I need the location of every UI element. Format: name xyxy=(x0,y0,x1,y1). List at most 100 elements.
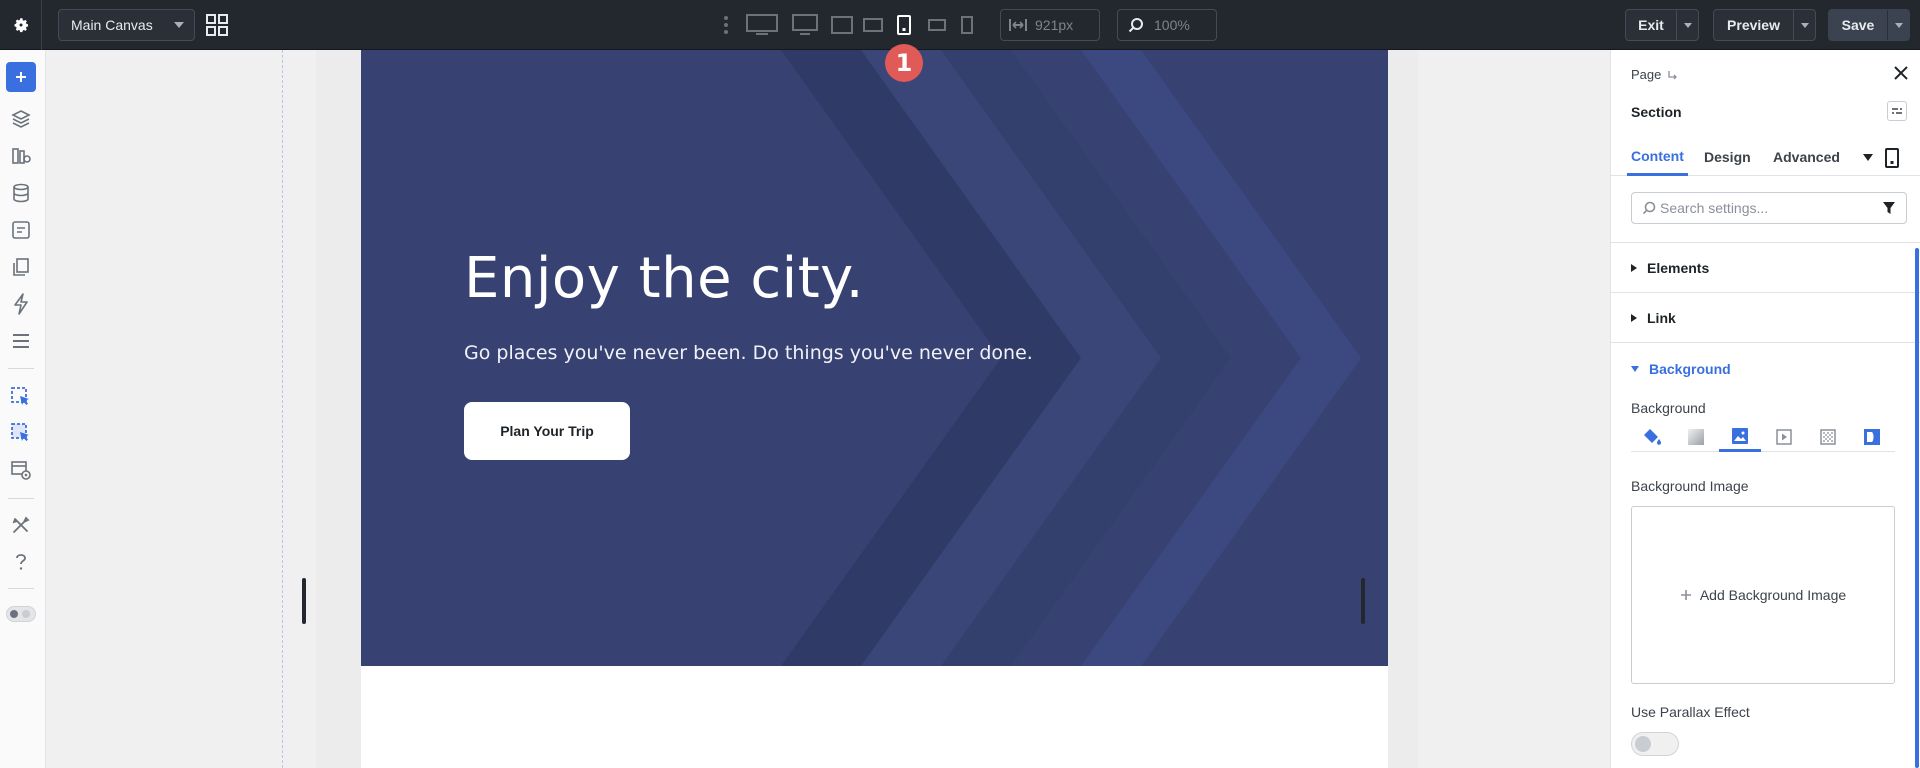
parallax-toggle[interactable] xyxy=(1631,732,1679,756)
library-button[interactable] xyxy=(10,145,32,167)
top-toolbar: Main Canvas 921px 100% Exit Preview Save xyxy=(0,0,1920,50)
add-background-image-label: Add Background Image xyxy=(1699,587,1847,603)
breadcrumb[interactable]: Page xyxy=(1631,67,1678,82)
phone-portrait-view-button[interactable] xyxy=(958,12,976,38)
laptop-icon xyxy=(831,16,853,34)
preview-button[interactable]: Preview xyxy=(1713,9,1816,41)
annotation-marker: 1 xyxy=(885,44,923,82)
next-section[interactable] xyxy=(361,666,1388,768)
rail-divider xyxy=(8,368,34,369)
save-button[interactable]: Save xyxy=(1828,9,1910,41)
panel-scrollbar[interactable] xyxy=(1915,248,1919,768)
hero-subtitle[interactable]: Go places you've never been. Do things y… xyxy=(464,342,1033,364)
tablet-landscape-icon xyxy=(863,18,883,32)
phone-landscape-icon xyxy=(928,19,946,31)
group-elements-label: Elements xyxy=(1647,260,1710,276)
add-element-button[interactable] xyxy=(6,62,36,92)
preview-settings-button[interactable] xyxy=(10,459,32,481)
tools-button[interactable] xyxy=(10,514,32,536)
resize-handle-right[interactable] xyxy=(1361,578,1365,624)
resize-handle-left[interactable] xyxy=(302,578,306,624)
rows-button[interactable] xyxy=(10,330,32,352)
interactions-button[interactable] xyxy=(10,293,32,315)
bg-tab-image[interactable] xyxy=(1719,422,1761,452)
tab-content[interactable]: Content xyxy=(1627,138,1688,176)
toggle-dot-icon xyxy=(10,610,18,618)
monitor-icon xyxy=(792,14,818,35)
chevron-down-icon[interactable] xyxy=(1863,154,1873,161)
portability-button[interactable] xyxy=(10,219,32,241)
settings-button[interactable] xyxy=(0,0,42,50)
zoom-search-icon xyxy=(1128,18,1143,33)
preview-dropdown-toggle[interactable] xyxy=(1793,10,1815,40)
divider xyxy=(1611,242,1920,243)
tablet-portrait-view-button[interactable] xyxy=(894,12,914,38)
rail-divider xyxy=(8,498,34,499)
parallax-label: Use Parallax Effect xyxy=(1631,704,1750,720)
bg-tab-mask[interactable] xyxy=(1851,422,1893,452)
search-input[interactable] xyxy=(1656,200,1882,216)
group-elements[interactable]: Elements xyxy=(1631,260,1709,276)
settings-search[interactable] xyxy=(1631,192,1907,224)
layers-button[interactable] xyxy=(10,108,32,130)
desktop-wide-view-button[interactable] xyxy=(745,12,779,38)
group-background[interactable]: Background xyxy=(1631,361,1731,377)
preview-settings-icon xyxy=(11,461,31,480)
preview-label: Preview xyxy=(1727,17,1780,33)
plus-icon xyxy=(1680,590,1691,600)
bg-tab-pattern[interactable] xyxy=(1807,422,1849,452)
pages-icon xyxy=(13,258,29,276)
help-button[interactable] xyxy=(10,551,32,573)
plan-trip-button[interactable]: Plan Your Trip xyxy=(464,402,630,460)
exit-button[interactable]: Exit xyxy=(1625,9,1699,41)
save-dropdown-toggle[interactable] xyxy=(1887,10,1909,40)
database-button[interactable] xyxy=(10,182,32,204)
panel-options-button[interactable] xyxy=(1887,101,1907,121)
group-link-label: Link xyxy=(1647,310,1676,326)
more-options-icon[interactable] xyxy=(723,14,729,36)
lightning-icon xyxy=(14,293,28,315)
background-image-dropzone[interactable]: Add Background Image xyxy=(1631,506,1895,684)
bg-tab-video[interactable] xyxy=(1763,422,1805,452)
layers-icon xyxy=(11,110,31,128)
pages-button[interactable] xyxy=(10,256,32,278)
select-tool-button[interactable] xyxy=(10,386,32,408)
grid-view-icon[interactable] xyxy=(206,14,228,36)
phone-landscape-view-button[interactable] xyxy=(926,12,948,38)
canvas-select[interactable]: Main Canvas xyxy=(58,9,195,41)
rail-divider xyxy=(8,588,34,589)
group-background-label: Background xyxy=(1649,361,1731,377)
divider xyxy=(1611,342,1920,343)
search-icon xyxy=(1642,201,1656,215)
background-label: Background xyxy=(1631,400,1706,416)
group-link[interactable]: Link xyxy=(1631,310,1676,326)
bg-tab-gradient[interactable] xyxy=(1675,422,1717,452)
tab-advanced[interactable]: Advanced xyxy=(1773,138,1840,176)
exit-dropdown-toggle[interactable] xyxy=(1676,10,1698,40)
hero-title[interactable]: Enjoy the city. xyxy=(464,246,864,311)
laptop-view-button[interactable] xyxy=(830,12,854,38)
tablet-landscape-view-button[interactable] xyxy=(862,12,884,38)
desktop-view-button[interactable] xyxy=(790,12,820,38)
cursor-select-icon xyxy=(11,387,29,405)
filter-icon[interactable] xyxy=(1882,201,1896,215)
toggle-knob xyxy=(1635,736,1651,752)
multi-select-tool-button[interactable] xyxy=(10,422,32,444)
tools-icon xyxy=(12,516,30,533)
bg-tab-color[interactable] xyxy=(1631,422,1673,452)
zoom-value: 100% xyxy=(1154,17,1190,33)
canvas-select-label: Main Canvas xyxy=(71,17,153,33)
canvas-width-field[interactable]: 921px xyxy=(1000,9,1100,41)
zoom-field[interactable]: 100% xyxy=(1117,9,1217,41)
left-sidebar xyxy=(0,50,46,768)
tablet-portrait-icon[interactable] xyxy=(1885,148,1899,168)
tab-design[interactable]: Design xyxy=(1704,138,1751,176)
theme-toggle[interactable] xyxy=(6,606,36,622)
triangle-down-icon xyxy=(1631,366,1639,372)
settings-panel: Page Section Content Design Advanced Ele… xyxy=(1610,50,1920,768)
close-icon[interactable] xyxy=(1893,65,1909,81)
return-arrow-icon xyxy=(1668,70,1678,79)
hero-section[interactable]: Enjoy the city. Go places you've never b… xyxy=(361,50,1388,666)
triangle-right-icon xyxy=(1631,314,1637,322)
portability-icon xyxy=(12,221,30,239)
